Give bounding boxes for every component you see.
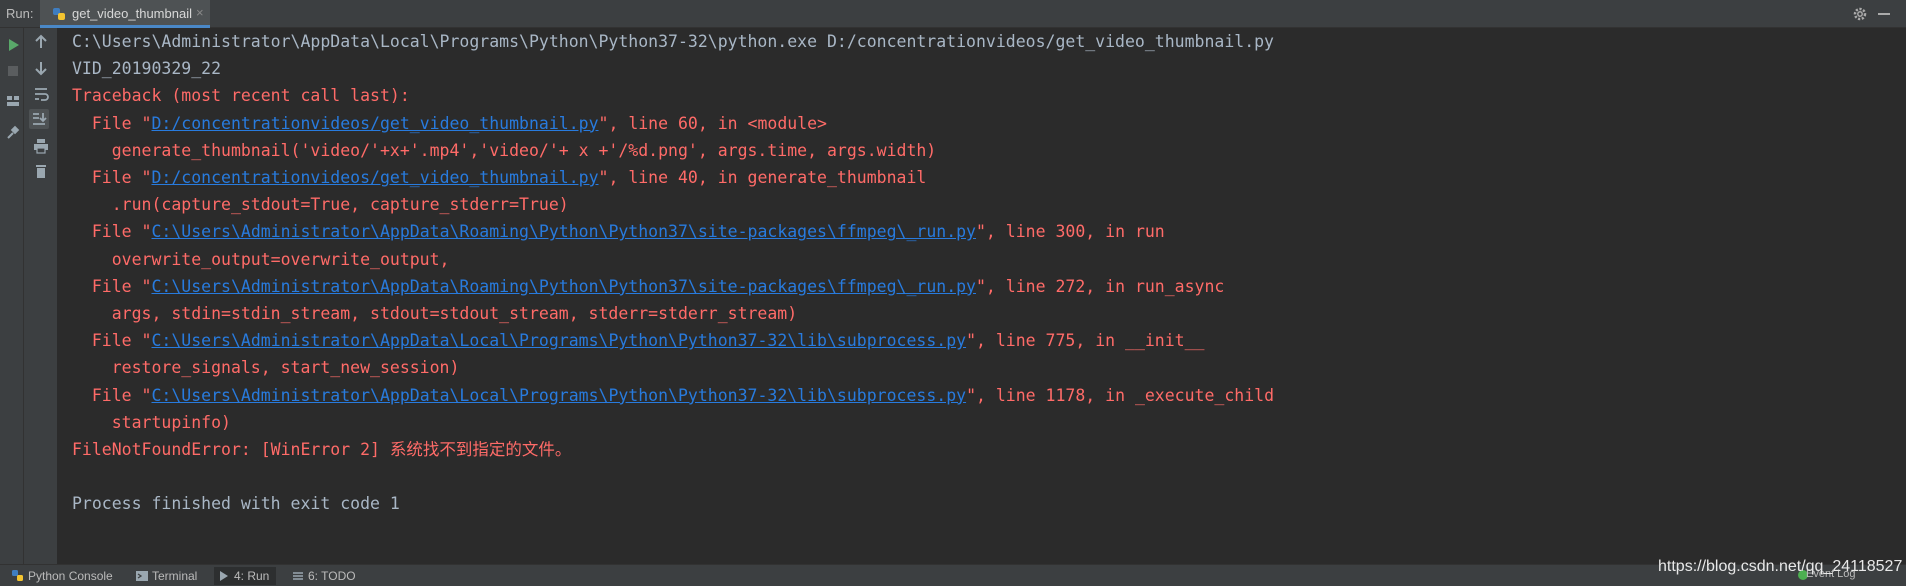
close-icon[interactable]: × (196, 5, 204, 20)
file-link[interactable]: C:\Users\Administrator\AppData\Local\Pro… (151, 331, 966, 350)
run-label: Run: (6, 6, 34, 21)
file-link[interactable]: C:\Users\Administrator\AppData\Local\Pro… (151, 386, 966, 405)
file-link[interactable]: D:/concentrationvideos/get_video_thumbna… (151, 168, 598, 187)
console-line: File "D:/concentrationvideos/get_video_t… (72, 110, 827, 137)
run-toolbar-primary (0, 28, 24, 564)
python-console-icon (12, 570, 23, 581)
console-text: ", line 60, in <module> (598, 113, 827, 133)
tab-run[interactable]: 4: Run (214, 567, 276, 585)
console-text: File " (72, 331, 152, 351)
gear-icon[interactable] (1852, 6, 1868, 22)
file-link[interactable]: D:/concentrationvideos/get_video_thumbna… (151, 114, 598, 133)
console-text: File " (72, 222, 152, 242)
console-text: ", line 272, in run_async (976, 276, 1225, 296)
layout-icon[interactable] (3, 91, 23, 111)
console-line: Traceback (most recent call last): (72, 86, 410, 106)
rerun-icon[interactable] (3, 35, 23, 55)
console-line: File "C:\Users\Administrator\AppData\Roa… (72, 273, 1225, 300)
soft-wrap-icon[interactable] (31, 84, 51, 104)
console-text: File " (72, 113, 152, 133)
console-line: FileNotFoundError: [WinError 2] 系统找不到指定的… (72, 440, 572, 459)
tab-todo[interactable]: 6: TODO (288, 567, 360, 585)
pin-icon[interactable] (3, 123, 23, 143)
tab-terminal[interactable]: Terminal (132, 567, 208, 585)
file-link[interactable]: C:\Users\Administrator\AppData\Roaming\P… (151, 277, 976, 296)
console-text: ", line 300, in run (976, 222, 1165, 242)
console-line: File "C:\Users\Administrator\AppData\Loc… (72, 382, 1274, 409)
tab-label: 4: Run (234, 569, 270, 583)
console-text: ", line 775, in __init__ (966, 331, 1205, 351)
tab-python-console[interactable]: Python Console (8, 567, 118, 585)
stop-icon[interactable] (3, 61, 23, 81)
console-text: File " (72, 385, 152, 405)
arrow-up-icon[interactable] (31, 32, 51, 52)
run-toolwindow-header: Run: get_video_thumbnail × (0, 0, 1906, 28)
minimize-icon[interactable] (1878, 13, 1890, 15)
console-text: File " (72, 276, 152, 296)
run-icon (220, 571, 228, 581)
console-line: File "C:\Users\Administrator\AppData\Loc… (72, 327, 1205, 354)
arrow-down-icon[interactable] (31, 58, 51, 78)
tab-label: Python Console (28, 569, 113, 583)
console-output[interactable]: C:\Users\Administrator\AppData\Local\Pro… (58, 28, 1906, 564)
console-line: .run(capture_stdout=True, capture_stderr… (72, 195, 569, 215)
print-icon[interactable] (31, 136, 51, 156)
run-tab-get-video-thumbnail[interactable]: get_video_thumbnail × (40, 0, 210, 28)
file-link[interactable]: C:\Users\Administrator\AppData\Roaming\P… (151, 222, 976, 241)
run-tab-label: get_video_thumbnail (72, 6, 192, 21)
tab-label: Terminal (152, 569, 198, 583)
console-line: generate_thumbnail('video/'+x+'.mp4','vi… (72, 140, 937, 160)
tool-window-bar: Python Console Terminal 4: Run 6: TODO (0, 564, 1906, 586)
console-line: VID_20190329_22 (72, 59, 222, 79)
console-line: overwrite_output=overwrite_output, (72, 249, 450, 269)
console-line: C:\Users\Administrator\AppData\Local\Pro… (72, 32, 1274, 51)
trash-icon[interactable] (31, 161, 51, 181)
console-text: ", line 40, in generate_thumbnail (598, 168, 927, 187)
console-line: File "C:\Users\Administrator\AppData\Roa… (72, 218, 1165, 245)
console-line: args, stdin=stdin_stream, stdout=stdout_… (72, 304, 798, 323)
console-text: ", line 1178, in _execute_child (966, 385, 1275, 405)
watermark: https://blog.csdn.net/qq_24118527 (1658, 558, 1903, 575)
console-line: restore_signals, start_new_session) (72, 358, 460, 378)
tab-label: 6: TODO (308, 569, 356, 583)
console-line: startupinfo) (72, 412, 231, 432)
run-toolbar-secondary (24, 28, 58, 564)
console-text: File " (72, 168, 152, 187)
console-line: File "D:/concentrationvideos/get_video_t… (72, 164, 926, 191)
terminal-icon (136, 571, 148, 581)
scroll-to-end-icon[interactable] (29, 109, 49, 129)
python-icon (53, 8, 65, 20)
todo-icon (293, 572, 303, 580)
console-line: Process finished with exit code 1 (72, 494, 400, 514)
